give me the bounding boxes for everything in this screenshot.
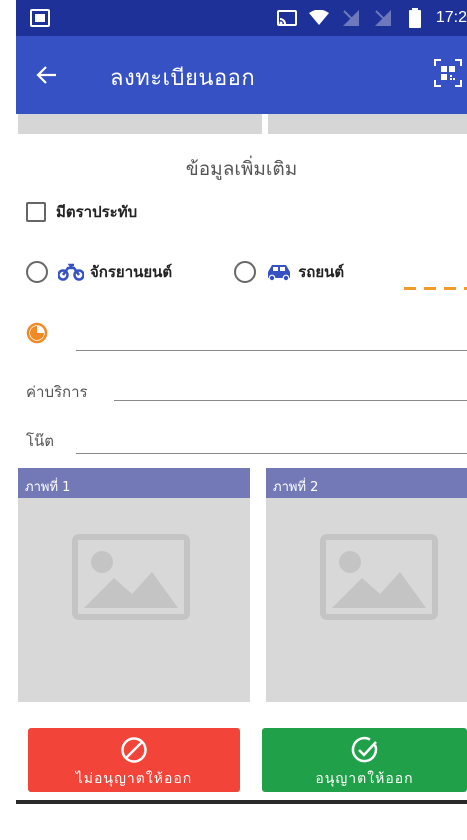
back-button[interactable]: [30, 58, 64, 92]
motorcycle-icon: [58, 263, 84, 281]
radio-label-motorcycle: จักรยานยนต์: [90, 263, 173, 281]
photo-card-top-right: [268, 114, 467, 134]
vehicle-type-group: จักรยานยนต์ รถยนต์: [26, 260, 344, 284]
check-circle-icon: [351, 736, 377, 763]
note-label: โน๊ต: [26, 432, 55, 450]
arrow-left-icon: [36, 66, 56, 84]
signal-off-icon: [340, 7, 362, 29]
fee-label: ค่าบริการ: [26, 383, 88, 401]
photo-card-top-left: [18, 114, 262, 134]
stamp-checkbox-label: มีตราประทับ: [56, 203, 138, 221]
stamp-checkbox[interactable]: [26, 202, 46, 222]
car-icon: [266, 263, 292, 281]
photo-grid: ภาพที่ 1 ภาพที่ 2: [16, 468, 467, 702]
wifi-icon: [308, 7, 330, 29]
image-placeholder-icon: [320, 534, 438, 620]
allow-exit-label: อนุญาตให้ออก: [315, 771, 414, 787]
stamp-checkbox-row[interactable]: มีตราประทับ: [26, 200, 137, 224]
time-field[interactable]: [26, 322, 467, 352]
photo-slot-1[interactable]: ภาพที่ 1: [18, 468, 250, 702]
ban-icon: [121, 737, 147, 763]
content-area: ข้อมูลเพิ่มเติม มีตราประทับ จักรยานยนต์ …: [16, 114, 467, 840]
radio-button[interactable]: [234, 261, 257, 283]
qr-scan-button[interactable]: [433, 58, 463, 88]
allow-exit-button[interactable]: อนุญาตให้ออก: [262, 728, 467, 792]
cast-icon: [276, 7, 298, 29]
dashed-indicator: [404, 287, 467, 290]
photo-2-label: ภาพที่ 2: [266, 468, 467, 498]
qr-scan-icon: [434, 59, 462, 87]
note-input[interactable]: [76, 453, 467, 454]
photo-1-label: ภาพที่ 1: [18, 468, 250, 498]
radio-label-car: รถยนต์: [298, 263, 345, 281]
status-icons: 17:2: [276, 0, 467, 36]
deny-exit-button[interactable]: ไม่อนุญาตให้ออก: [28, 728, 240, 792]
screen-icon: [30, 9, 50, 27]
deny-exit-label: ไม่อนุญาตให้ออก: [75, 771, 193, 787]
status-bar: 17:2: [16, 0, 467, 36]
radio-car[interactable]: รถยนต์: [234, 260, 344, 284]
page-title: ลงทะเบียนออก: [110, 66, 256, 91]
bottom-divider: [16, 800, 467, 804]
photo-slot-2[interactable]: ภาพที่ 2: [266, 468, 467, 702]
app-bar: ลงทะเบียนออก: [16, 36, 467, 114]
clock-icon: [26, 322, 48, 344]
time-input-underline: [76, 350, 467, 351]
section-title: ข้อมูลเพิ่มเติม: [185, 158, 298, 180]
signal-off-icon: [372, 7, 394, 29]
clock-time: 17:2: [435, 9, 467, 26]
fee-input[interactable]: [114, 400, 467, 401]
image-placeholder-icon: [72, 534, 190, 620]
radio-button[interactable]: [26, 261, 48, 283]
battery-icon: [404, 7, 426, 29]
radio-motorcycle[interactable]: จักรยานยนต์: [26, 260, 172, 284]
